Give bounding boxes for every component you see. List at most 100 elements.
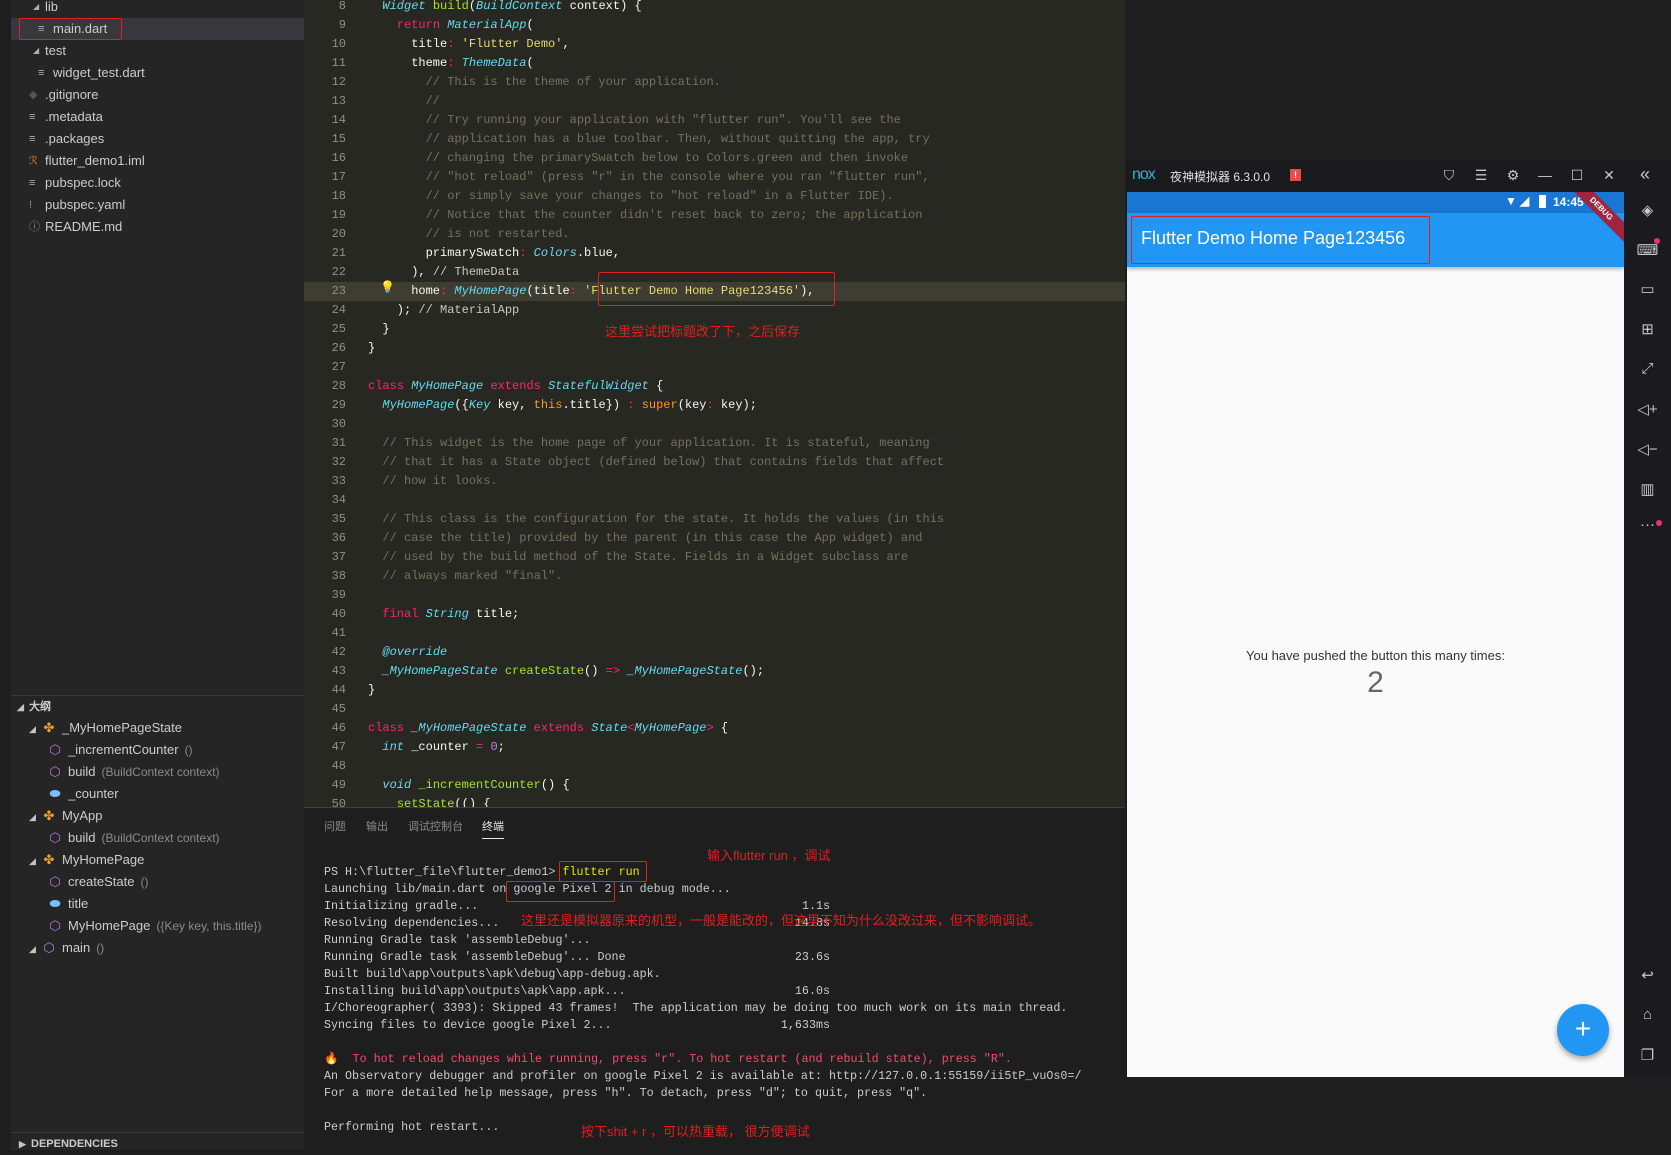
code-line: 46 class _MyHomePageState extends State<M…	[304, 719, 1125, 738]
code-content: Widget build(BuildContext context) {	[368, 0, 641, 16]
code-token: setState	[396, 797, 455, 807]
code-token: class	[368, 379, 405, 393]
explorer-item-gitignore[interactable]: ◆ .gitignore	[11, 84, 304, 106]
outline-header[interactable]: ◢ 大纲	[11, 695, 304, 717]
code-line: 50 setState(() {	[304, 795, 1125, 807]
code-editor[interactable]: 8 Widget build(BuildContext context) {9 …	[304, 0, 1125, 807]
code-line: 8 Widget build(BuildContext context) {	[304, 0, 1125, 16]
outline-item[interactable]: ◢ ✤ MyApp	[11, 805, 304, 827]
explorer-item-packages[interactable]: ≡ .packages	[11, 128, 304, 150]
outline-item[interactable]: ⬬ _counter	[11, 783, 304, 805]
explorer-item-test[interactable]: ◢ test	[11, 40, 304, 62]
panel-tab[interactable]: 输出	[366, 818, 388, 834]
outline-item[interactable]: ⬡ build (BuildContext context)	[11, 761, 304, 783]
menu-icon[interactable]: ☰	[1471, 167, 1491, 184]
code-token: // This widget is the home page of your …	[368, 436, 930, 450]
line-number: 30	[331, 417, 346, 431]
code-token: );	[368, 303, 419, 317]
emulator-title-bar[interactable]: nox 夜神模拟器 6.3.0.0 ! ⛉ ☰ ⚙ — ☐ ✕ «	[1126, 160, 1671, 192]
file-lines-icon: ≡	[38, 67, 45, 79]
outline-item[interactable]: ◢ ✤ MyHomePage	[11, 849, 304, 871]
volume-down-icon[interactable]: ◁−	[1624, 440, 1671, 458]
line-number: 47	[331, 740, 346, 754]
minimize-icon[interactable]: —	[1535, 167, 1555, 183]
maximize-icon[interactable]: ☐	[1567, 167, 1587, 184]
keyboard-icon[interactable]: ⌨	[1624, 241, 1671, 259]
panel-tab[interactable]: 问题	[324, 818, 346, 834]
panel-tab[interactable]: 终端	[482, 818, 504, 839]
explorer-item-readme-md[interactable]: ⓘ README.md	[11, 216, 304, 238]
code-token: ({	[454, 398, 469, 412]
line-number: 49	[331, 778, 346, 792]
chevron-expanded-icon[interactable]: ◢	[29, 938, 41, 960]
skin-shirt-icon[interactable]: ⛉	[1439, 167, 1459, 184]
explorer-item-widget-test-dart[interactable]: ≡ widget_test.dart	[11, 62, 304, 84]
outline-item[interactable]: ⬡ build (BuildContext context)	[11, 827, 304, 849]
lightbulb-icon[interactable]: 💡	[380, 280, 395, 294]
chevron-expanded-icon[interactable]: ◢	[29, 806, 41, 828]
outline-item[interactable]: ◢ ⬡ main ()	[11, 937, 304, 959]
explorer-item-lib[interactable]: ◢ lib	[11, 0, 304, 18]
collapse-toolbar-icon[interactable]: «	[1635, 164, 1655, 185]
code-token: MaterialApp	[447, 18, 527, 32]
code-content: primarySwatch: Colors.blue,	[368, 244, 620, 263]
increment-fab-button[interactable]: +	[1557, 1004, 1609, 1056]
outline-item[interactable]: ⬬ title	[11, 893, 304, 915]
android-screen[interactable]: ▼ ◢ 14:45 Flutter Demo Home Page123456 D…	[1127, 192, 1624, 1077]
terminal-line-text: 🔥 To hot reload changes while running, p…	[324, 1052, 1012, 1066]
back-icon[interactable]: ↩	[1624, 966, 1671, 984]
annotation-device-model: 这里还是模拟器原来的机型，一般是能改的，但这里不知为什么没改过来，但不影响调试。	[521, 913, 1042, 928]
code-token: }	[368, 341, 376, 355]
code-content: home: MyHomePage(title: 'Flutter Demo Ho…	[368, 282, 814, 301]
panel-tab[interactable]: 调试控制台	[408, 818, 463, 834]
explorer-item-pubspec-lock[interactable]: ≡ pubspec.lock	[11, 172, 304, 194]
explorer-item-pubspec-yaml[interactable]: ! pubspec.yaml	[11, 194, 304, 216]
home-icon[interactable]: ⌂	[1624, 1006, 1671, 1023]
explorer-item-metadata[interactable]: ≡ .metadata	[11, 106, 304, 128]
outline-item-label: build	[68, 764, 96, 779]
outline-item[interactable]: ⬡ _incrementCounter ()	[11, 739, 304, 761]
add-apk-icon[interactable]: ⊞	[1624, 320, 1671, 338]
explorer-item-flutter-demo1-iml[interactable]: ℛflutter_demo1.iml	[11, 150, 304, 172]
git-diamond-icon: ◆	[29, 89, 38, 101]
code-line: 40 final String title;	[304, 605, 1125, 624]
code-line: 43 _MyHomePageState createState() => _My…	[304, 662, 1125, 681]
outline-item-detail: ()	[96, 941, 105, 955]
explorer-item-label: .gitignore	[45, 87, 99, 102]
fullscreen-icon[interactable]: ⤢	[1624, 360, 1671, 377]
code-token: State	[591, 721, 628, 735]
code-token: ),	[368, 265, 433, 279]
explorer-item-label: .packages	[45, 131, 105, 146]
explorer-item-main-dart[interactable]: ≡ main.dart	[11, 18, 304, 40]
settings-gear-icon[interactable]: ⚙	[1503, 167, 1523, 184]
chevron-expanded-icon[interactable]: ◢	[29, 718, 41, 740]
outline-item-detail: ()	[184, 743, 193, 757]
close-icon[interactable]: ✕	[1599, 167, 1619, 184]
recents-icon[interactable]: ❐	[1624, 1046, 1671, 1064]
trash-icon[interactable]: ▥	[1624, 480, 1671, 498]
line-number: 31	[331, 436, 346, 450]
outline-item[interactable]: ⬡ MyHomePage ({Key key, this.title})	[11, 915, 304, 937]
outline-item-detail: ({Key key, this.title})	[156, 919, 262, 933]
screen-icon[interactable]: ▭	[1624, 280, 1671, 298]
terminal-line: An Observatory debugger and profiler on …	[324, 1068, 1124, 1085]
outline-item-label: MyHomePage	[68, 918, 151, 933]
line-number: 27	[331, 360, 346, 374]
outline-item-label: _MyHomePageState	[62, 720, 182, 735]
volume-up-icon[interactable]: ◁+	[1624, 400, 1671, 418]
alert-icon[interactable]: !	[1290, 169, 1301, 181]
outline-item[interactable]: ◢ ✤ _MyHomePageState	[11, 717, 304, 739]
terminal-line: Syncing files to device google Pixel 2..…	[324, 1017, 1124, 1034]
code-token: final	[382, 607, 419, 621]
more-icon[interactable]: ···	[1624, 516, 1671, 533]
line-number: 29	[331, 398, 346, 412]
outline-item[interactable]: ⬡ createState ()	[11, 871, 304, 893]
rotate-icon[interactable]: ◈	[1624, 201, 1671, 219]
terminal-line-text: For a more detailed help message, press …	[324, 1086, 928, 1100]
code-token: // used by the build method of the State…	[368, 550, 909, 564]
dependencies-header[interactable]: ▶ DEPENDENCIES	[11, 1132, 304, 1154]
chevron-expanded-icon[interactable]: ◢	[29, 850, 41, 872]
code-token: .blue,	[576, 246, 621, 260]
